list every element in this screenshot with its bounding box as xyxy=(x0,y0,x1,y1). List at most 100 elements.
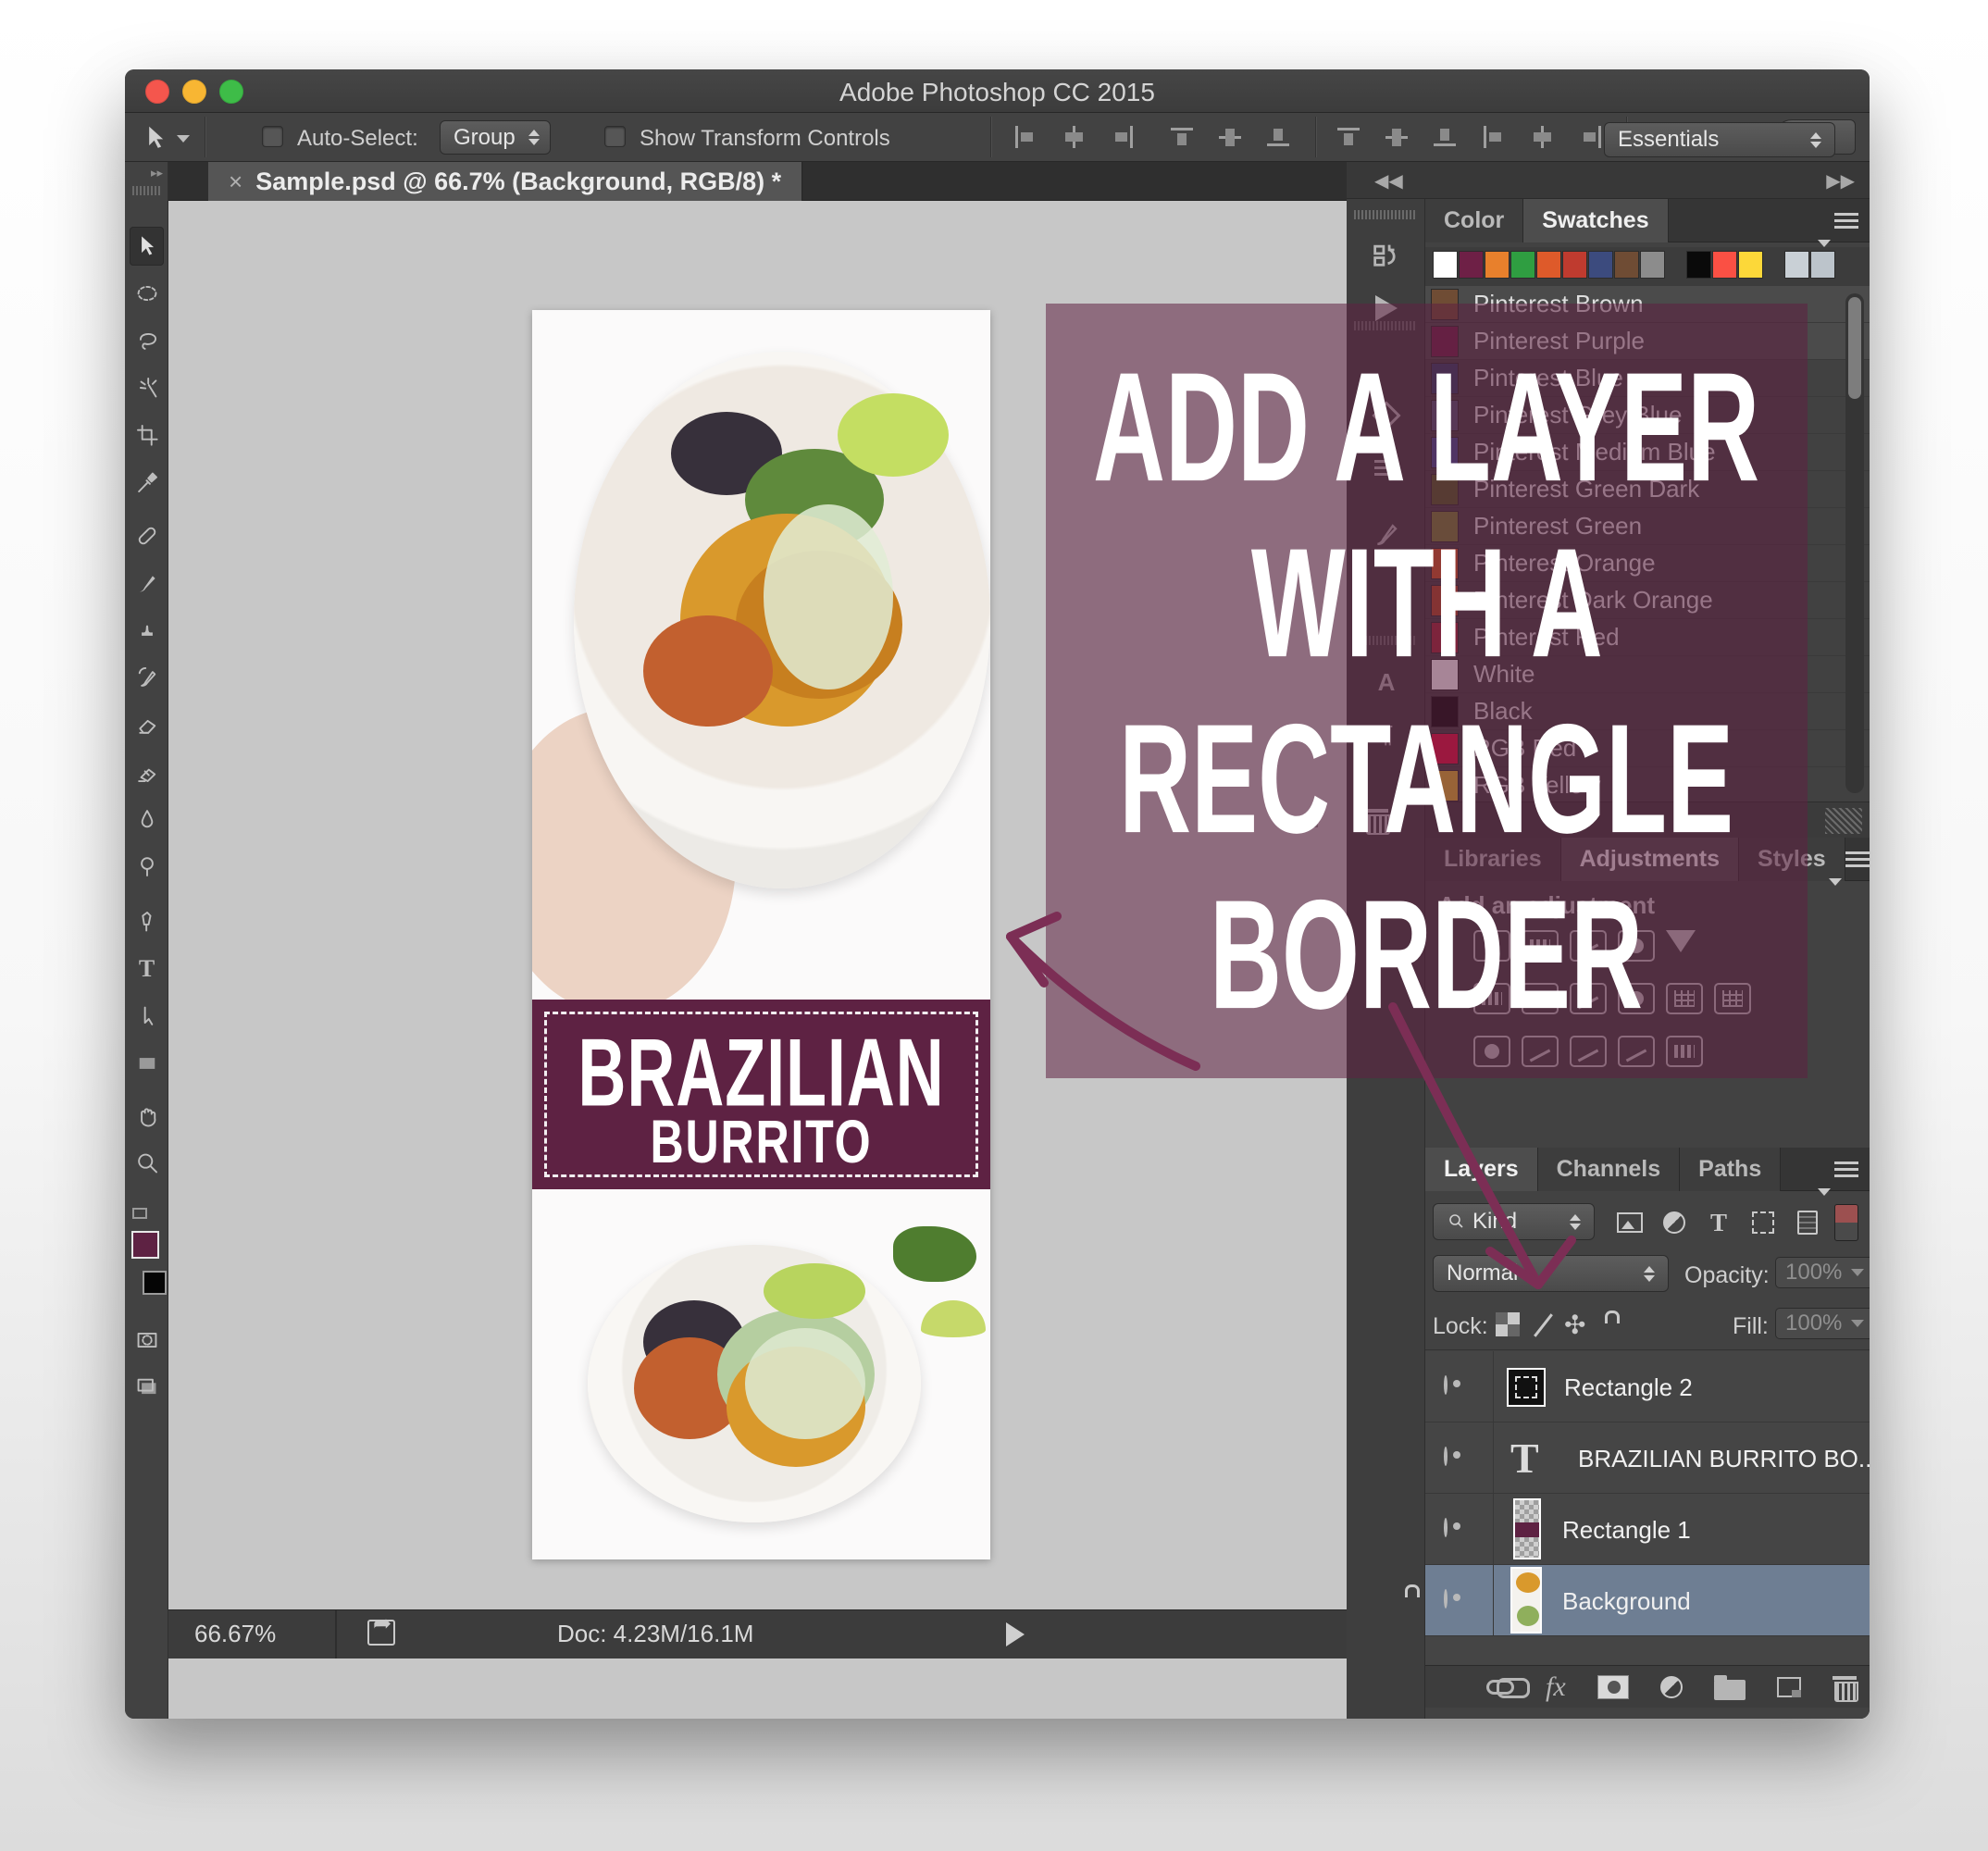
link-layers-icon[interactable] xyxy=(1486,1680,1514,1695)
quick-swatch[interactable] xyxy=(1614,251,1639,279)
quick-swatch[interactable] xyxy=(1588,251,1613,279)
tab-swatches[interactable]: Swatches xyxy=(1523,199,1668,242)
align-vertical-centers-icon[interactable] xyxy=(1219,126,1244,148)
status-options-arrow-icon[interactable] xyxy=(1006,1622,1025,1646)
filter-smart-objects-icon[interactable] xyxy=(1786,1204,1829,1241)
filter-shape-layers-icon[interactable] xyxy=(1742,1204,1784,1241)
layer-style-fx-icon[interactable]: fx xyxy=(1546,1671,1566,1703)
new-group-icon[interactable] xyxy=(1714,1680,1746,1700)
expand-dock-icon[interactable]: ▶▶ xyxy=(1826,169,1855,193)
move-tool-icon[interactable] xyxy=(130,227,164,266)
toolstrip-grip[interactable] xyxy=(132,186,160,195)
filter-type-layers-icon[interactable]: T xyxy=(1697,1204,1740,1241)
align-bottom-edges-icon[interactable] xyxy=(1267,126,1292,148)
background-layer-thumbnail[interactable] xyxy=(1510,1567,1542,1634)
share-export-icon[interactable] xyxy=(367,1620,395,1646)
marquee-tool-icon[interactable] xyxy=(130,274,164,313)
clone-stamp-tool-icon[interactable] xyxy=(130,611,164,650)
blur-tool-icon[interactable] xyxy=(130,800,164,839)
background-color-chip[interactable] xyxy=(143,1271,167,1295)
new-layer-icon[interactable] xyxy=(1777,1677,1801,1697)
delete-layer-icon[interactable] xyxy=(1833,1676,1857,1698)
text-layer-icon[interactable]: T xyxy=(1510,1434,1539,1483)
lasso-tool-icon[interactable] xyxy=(130,321,164,360)
swap-colors-icon[interactable] xyxy=(132,1208,147,1219)
fill-value[interactable]: 100% xyxy=(1775,1308,1870,1339)
lock-transparency-icon[interactable] xyxy=(1496,1312,1520,1336)
lock-position-icon[interactable]: ✣ xyxy=(1564,1310,1585,1340)
distribute-horizontal-centers-icon[interactable] xyxy=(1530,126,1555,148)
show-transform-checkbox[interactable] xyxy=(604,126,626,147)
pen-tool-icon[interactable] xyxy=(130,902,164,941)
new-adjustment-layer-icon[interactable] xyxy=(1660,1676,1683,1698)
canvas-document[interactable]: BRAZILIAN BURRITO BOWLS xyxy=(532,310,990,1559)
layer-row-rectangle1[interactable]: Rectangle 1 xyxy=(1425,1494,1870,1565)
auto-select-dropdown[interactable]: Group xyxy=(440,120,551,155)
distribute-left-edges-icon[interactable] xyxy=(1482,126,1507,148)
quick-swatch[interactable] xyxy=(1459,251,1484,279)
toolstrip-collapse-icon[interactable]: ▸▸ xyxy=(125,162,168,180)
paint-bucket-tool-icon[interactable] xyxy=(130,752,164,791)
tab-layers[interactable]: Layers xyxy=(1425,1148,1538,1191)
dodge-tool-icon[interactable] xyxy=(130,847,164,886)
tab-close-icon[interactable]: × xyxy=(229,168,242,196)
zoom-tool-icon[interactable] xyxy=(130,1144,164,1183)
panel-resize-grip[interactable] xyxy=(1825,808,1862,834)
shape-layer-thumbnail[interactable] xyxy=(1507,1368,1546,1407)
quick-swatch[interactable] xyxy=(1510,251,1535,279)
quick-swatch[interactable] xyxy=(1640,251,1665,279)
opacity-value[interactable]: 100% xyxy=(1775,1257,1870,1288)
quick-swatch[interactable] xyxy=(1810,251,1835,279)
quick-swatch[interactable] xyxy=(1433,251,1458,279)
distribute-top-edges-icon[interactable] xyxy=(1337,126,1362,148)
filter-kind-dropdown[interactable]: Kind xyxy=(1433,1203,1595,1240)
quick-swatch[interactable] xyxy=(1784,251,1809,279)
visibility-eye-icon[interactable] xyxy=(1444,1589,1448,1609)
type-tool-icon[interactable]: T xyxy=(130,950,164,988)
move-tool-option-icon[interactable] xyxy=(138,118,172,157)
rectangle-layer-thumbnail[interactable] xyxy=(1513,1498,1541,1559)
distribute-vertical-centers-icon[interactable] xyxy=(1385,126,1410,148)
align-horizontal-centers-icon[interactable] xyxy=(1062,126,1087,148)
path-selection-tool-icon[interactable] xyxy=(130,997,164,1036)
add-mask-icon[interactable] xyxy=(1597,1675,1629,1699)
layer-row-rectangle2[interactable]: Rectangle 2 xyxy=(1425,1351,1870,1422)
zoom-level-field[interactable]: 66.67% xyxy=(194,1620,276,1648)
foreground-color-chip[interactable] xyxy=(131,1231,159,1259)
layer-row-text[interactable]: T BRAZILIAN BURRITO BO... xyxy=(1425,1422,1870,1494)
auto-select-checkbox[interactable] xyxy=(262,126,283,147)
filter-adjustment-layers-icon[interactable] xyxy=(1653,1204,1696,1241)
align-right-edges-icon[interactable] xyxy=(1110,126,1135,148)
visibility-eye-icon[interactable] xyxy=(1444,1518,1448,1537)
tab-channels[interactable]: Channels xyxy=(1538,1148,1681,1191)
quick-swatch[interactable] xyxy=(1738,251,1763,279)
minidock-grip[interactable] xyxy=(1354,210,1417,219)
scrollbar-thumb[interactable] xyxy=(1848,297,1861,399)
quick-swatch[interactable] xyxy=(1712,251,1737,279)
eyedropper-tool-icon[interactable] xyxy=(130,463,164,502)
workspace-dropdown[interactable]: Essentials xyxy=(1604,122,1835,157)
history-brush-tool-icon[interactable] xyxy=(130,658,164,697)
blend-mode-dropdown[interactable]: Normal xyxy=(1433,1255,1669,1292)
quick-mask-icon[interactable] xyxy=(130,1321,164,1360)
quick-swatch[interactable] xyxy=(1686,251,1711,279)
visibility-eye-icon[interactable] xyxy=(1444,1447,1448,1466)
distribute-bottom-edges-icon[interactable] xyxy=(1434,126,1459,148)
brush-tool-icon[interactable] xyxy=(130,564,164,603)
quick-swatch[interactable] xyxy=(1562,251,1587,279)
shape-tool-icon[interactable] xyxy=(130,1044,164,1083)
eraser-tool-icon[interactable] xyxy=(130,705,164,744)
healing-brush-tool-icon[interactable] xyxy=(130,516,164,555)
align-left-edges-icon[interactable] xyxy=(1013,126,1038,148)
panel-menu-icon[interactable] xyxy=(1845,848,1870,871)
tool-preset-caret-icon[interactable] xyxy=(177,135,190,143)
collapse-dock-icon[interactable]: ◀◀ xyxy=(1374,169,1403,193)
filter-pixel-layers-icon[interactable] xyxy=(1609,1204,1651,1241)
panel-menu-icon[interactable] xyxy=(1834,209,1858,232)
tab-color[interactable]: Color xyxy=(1425,199,1523,242)
layer-row-background[interactable]: Background xyxy=(1425,1565,1870,1636)
quick-swatch[interactable] xyxy=(1536,251,1561,279)
tab-paths[interactable]: Paths xyxy=(1680,1148,1781,1191)
crop-tool-icon[interactable] xyxy=(130,416,164,454)
visibility-eye-icon[interactable] xyxy=(1444,1375,1448,1395)
